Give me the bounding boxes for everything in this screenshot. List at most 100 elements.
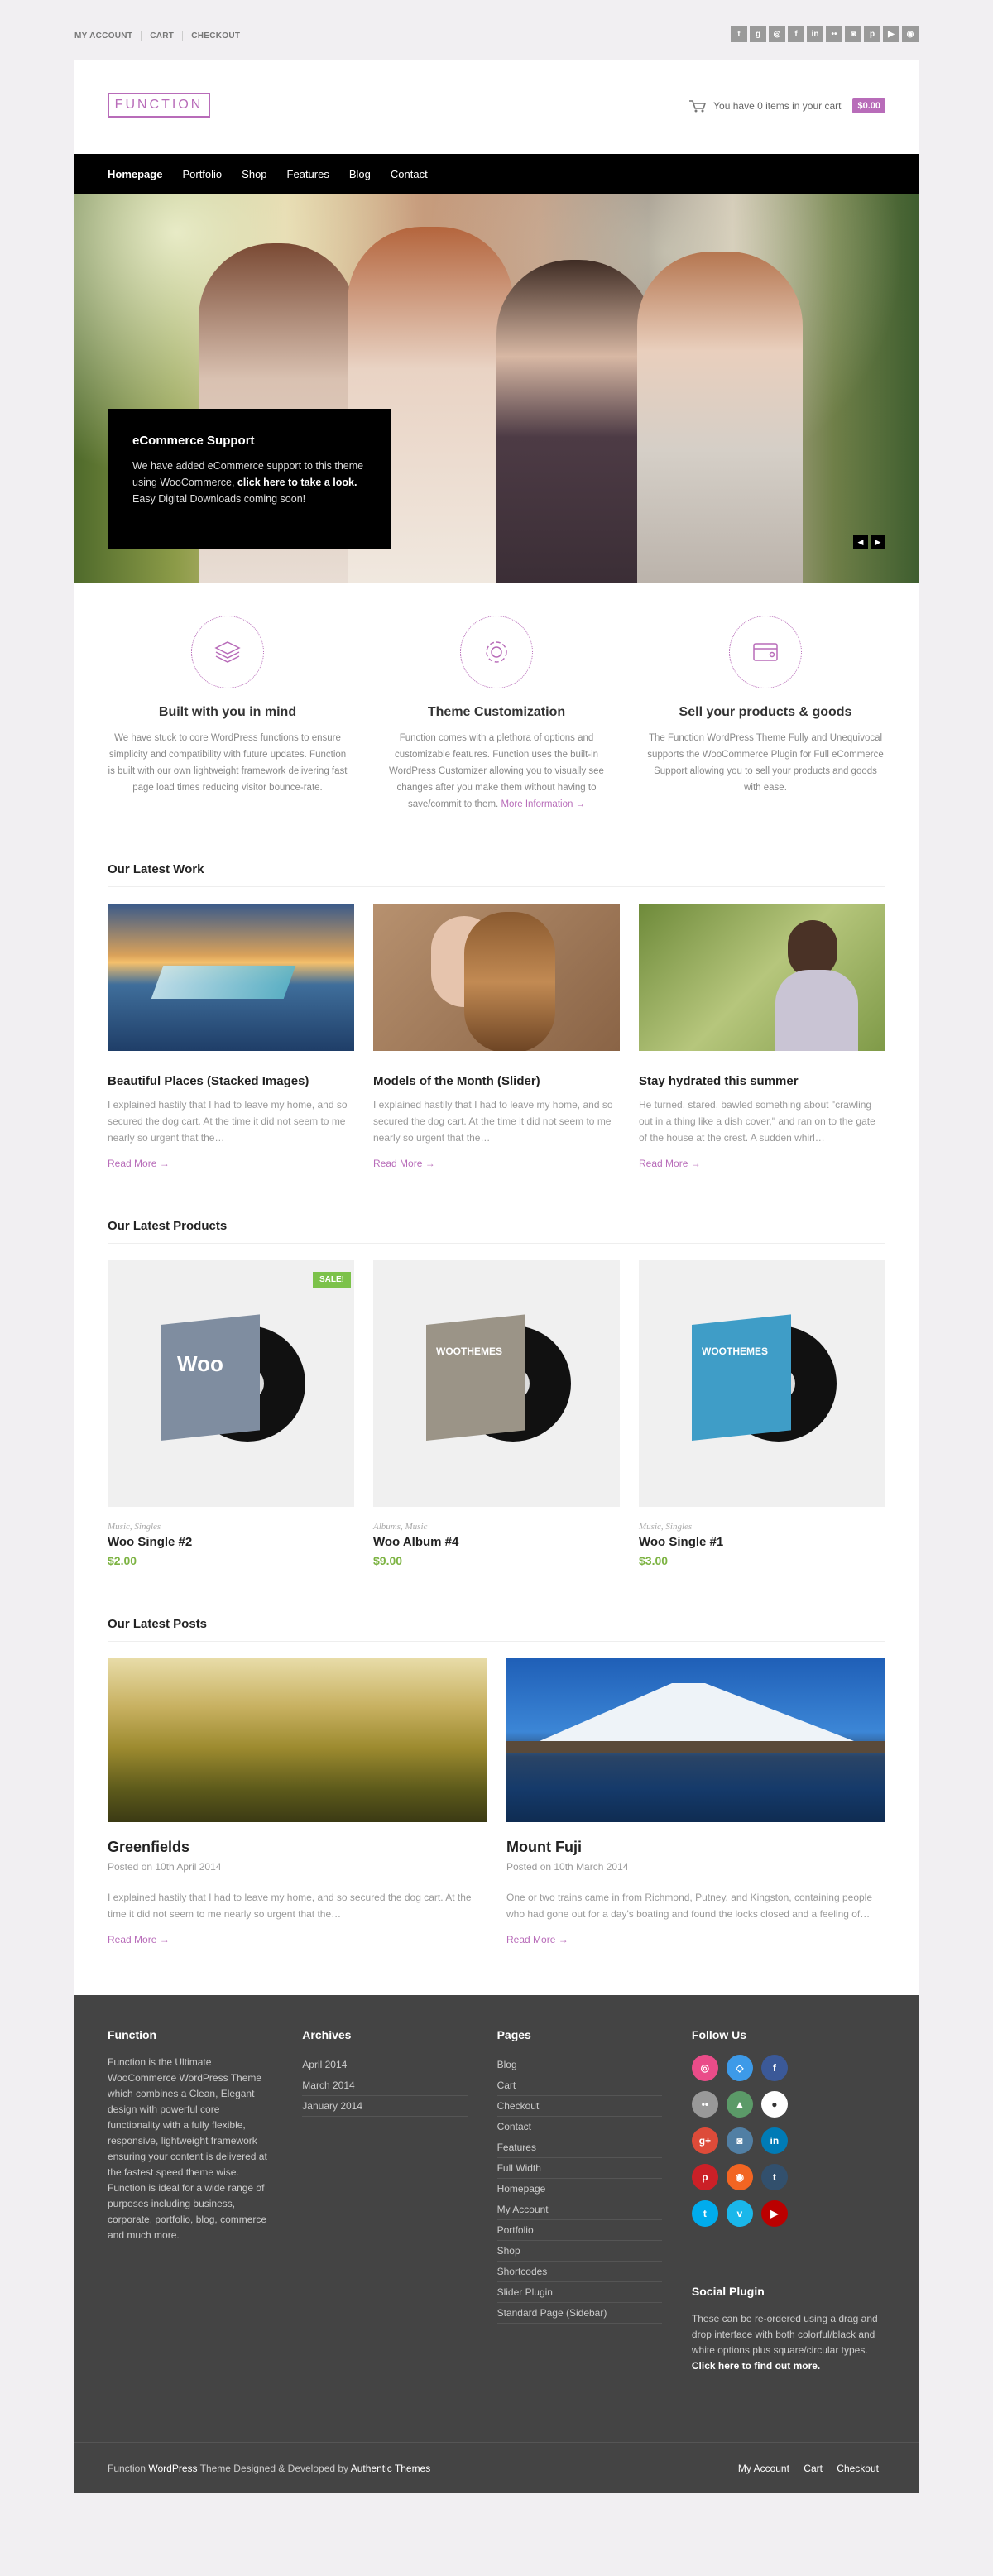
tumblr-icon[interactable]: t (760, 2164, 788, 2190)
pinterest-icon[interactable]: p (691, 2164, 718, 2190)
archive-link[interactable]: January 2014 (302, 2096, 468, 2117)
facebook-icon[interactable]: f (788, 26, 804, 42)
nav-homepage[interactable]: Homepage (108, 168, 162, 180)
site-footer: Function Function is the Ultimate WooCom… (74, 1995, 919, 2442)
page-link[interactable]: Checkout (496, 2096, 662, 2117)
dribbble-icon[interactable]: ◎ (769, 26, 785, 42)
svg-text:Woo: Woo (177, 1351, 223, 1376)
twitter-icon[interactable]: t (691, 2200, 718, 2227)
woman-drinking-image[interactable] (639, 904, 885, 1051)
feature-text: Function comes with a plethora of option… (389, 733, 604, 809)
slider-prev-icon[interactable]: ◀ (853, 535, 868, 549)
site-header: FUNCTION You have 0 items in your cart $… (74, 60, 919, 154)
instagram-icon[interactable]: ◙ (726, 2127, 753, 2154)
nav-features[interactable]: Features (287, 168, 329, 180)
page-link[interactable]: My Account (496, 2199, 662, 2220)
googleplus-icon[interactable]: g (750, 26, 766, 42)
vimeo-icon[interactable]: v (726, 2200, 753, 2227)
my-account-link[interactable]: MY ACCOUNT (74, 31, 141, 41)
dropbox-icon[interactable]: ◇ (726, 2055, 753, 2081)
author-link[interactable]: Authentic Themes (351, 2463, 431, 2474)
flickr-icon[interactable]: •• (691, 2091, 718, 2118)
greenfields-image[interactable] (108, 1658, 487, 1822)
forrst-icon[interactable]: ▲ (726, 2091, 753, 2118)
footer-checkout-link[interactable]: Checkout (837, 2463, 879, 2474)
cart-link[interactable]: CART (141, 31, 182, 41)
model-portrait-image[interactable] (373, 904, 620, 1051)
product-image[interactable]: WOOTHEMES (639, 1260, 885, 1507)
product-categories[interactable]: Music, Singles (639, 1522, 885, 1532)
work-excerpt: I explained hastily that I had to leave … (373, 1099, 613, 1144)
header-cart[interactable]: You have 0 items in your cart $0.00 (688, 98, 885, 113)
read-more-link[interactable]: Read More → (506, 1934, 885, 1945)
work-title[interactable]: Stay hydrated this summer (639, 1074, 885, 1088)
archive-link[interactable]: March 2014 (302, 2075, 468, 2096)
slider-next-icon[interactable]: ▶ (871, 535, 885, 549)
post-card: Mount Fuji Posted on 10th March 2014 One… (506, 1658, 885, 1945)
mount-fuji-image[interactable] (506, 1658, 885, 1822)
read-more-link[interactable]: Read More → (373, 1158, 620, 1169)
page-link[interactable]: Slider Plugin (496, 2282, 662, 2303)
product-name[interactable]: Woo Album #4 (373, 1535, 620, 1549)
nav-shop[interactable]: Shop (242, 168, 266, 180)
flickr-icon[interactable]: •• (826, 26, 842, 42)
page-link[interactable]: Standard Page (Sidebar) (496, 2303, 662, 2324)
product-categories[interactable]: Albums, Music (373, 1522, 620, 1532)
page-link[interactable]: Contact (496, 2117, 662, 2137)
post-title[interactable]: Greenfields (108, 1839, 487, 1856)
post-excerpt: I explained hastily that I had to leave … (108, 1892, 472, 1920)
footer-my-account-link[interactable]: My Account (738, 2463, 789, 2474)
rss-icon[interactable]: ◉ (726, 2164, 753, 2190)
rss-icon[interactable]: ◉ (902, 26, 919, 42)
page-link[interactable]: Cart (496, 2075, 662, 2096)
find-out-more-link[interactable]: Click here to find out more. (692, 2360, 820, 2372)
product-name[interactable]: Woo Single #2 (108, 1535, 354, 1549)
product-image[interactable]: WOOTHEMES (373, 1260, 620, 1507)
product-name[interactable]: Woo Single #1 (639, 1535, 885, 1549)
googleplus-icon[interactable]: g+ (691, 2127, 718, 2154)
page-link[interactable]: Portfolio (496, 2220, 662, 2241)
read-more-link[interactable]: Read More → (108, 1934, 487, 1945)
github-icon[interactable]: ● (760, 2091, 788, 2118)
facebook-icon[interactable]: f (760, 2055, 788, 2081)
vinyl-record-icon: WOOTHEMES (692, 1314, 837, 1442)
hero-photo-person (496, 260, 654, 583)
nav-portfolio[interactable]: Portfolio (182, 168, 222, 180)
page-link[interactable]: Full Width (496, 2158, 662, 2179)
page-link[interactable]: Homepage (496, 2179, 662, 2199)
work-title[interactable]: Beautiful Places (Stacked Images) (108, 1074, 354, 1088)
site-logo[interactable]: FUNCTION (108, 93, 210, 118)
footer-cart-link[interactable]: Cart (804, 2463, 823, 2474)
post-excerpt: One or two trains came in from Richmond,… (506, 1892, 873, 1920)
instagram-icon[interactable]: ◙ (845, 26, 861, 42)
pinterest-icon[interactable]: p (864, 26, 880, 42)
footer-follow: Follow Us ◎ ◇ f •• ▲ ● g+ ◙ in p ◉ t t v ▶ Social Plug… (691, 2028, 885, 2374)
hero-caption: eCommerce Support We have added eCommerc… (108, 409, 391, 549)
page-link[interactable]: Features (496, 2137, 662, 2158)
read-more-link[interactable]: Read More → (108, 1158, 354, 1169)
nav-contact[interactable]: Contact (391, 168, 428, 180)
nav-blog[interactable]: Blog (349, 168, 371, 180)
twitter-icon[interactable]: t (731, 26, 747, 42)
more-information-link[interactable]: More Information → (501, 799, 585, 809)
linkedin-icon[interactable]: in (807, 26, 823, 42)
product-categories[interactable]: Music, Singles (108, 1522, 354, 1532)
youtube-icon[interactable]: ▶ (883, 26, 899, 42)
archive-link[interactable]: April 2014 (302, 2055, 468, 2075)
checkout-link[interactable]: CHECKOUT (182, 31, 248, 41)
product-image[interactable]: SALE! Woo (108, 1260, 354, 1507)
page-link[interactable]: Blog (496, 2055, 662, 2075)
youtube-icon[interactable]: ▶ (760, 2200, 788, 2227)
work-title[interactable]: Models of the Month (Slider) (373, 1074, 620, 1088)
wordpress-link[interactable]: WordPress (148, 2463, 197, 2474)
post-title[interactable]: Mount Fuji (506, 1839, 885, 1856)
hero-caption-link[interactable]: click here to take a look. (237, 477, 357, 488)
page-link[interactable]: Shortcodes (496, 2262, 662, 2282)
read-more-link[interactable]: Read More → (639, 1158, 885, 1169)
page-link[interactable]: Shop (496, 2241, 662, 2262)
cart-total[interactable]: $0.00 (852, 98, 885, 113)
waterfall-image[interactable] (108, 904, 354, 1051)
bottom-bar: Function WordPress Theme Designed & Deve… (74, 2442, 919, 2493)
dribbble-icon[interactable]: ◎ (691, 2055, 718, 2081)
linkedin-icon[interactable]: in (760, 2127, 788, 2154)
